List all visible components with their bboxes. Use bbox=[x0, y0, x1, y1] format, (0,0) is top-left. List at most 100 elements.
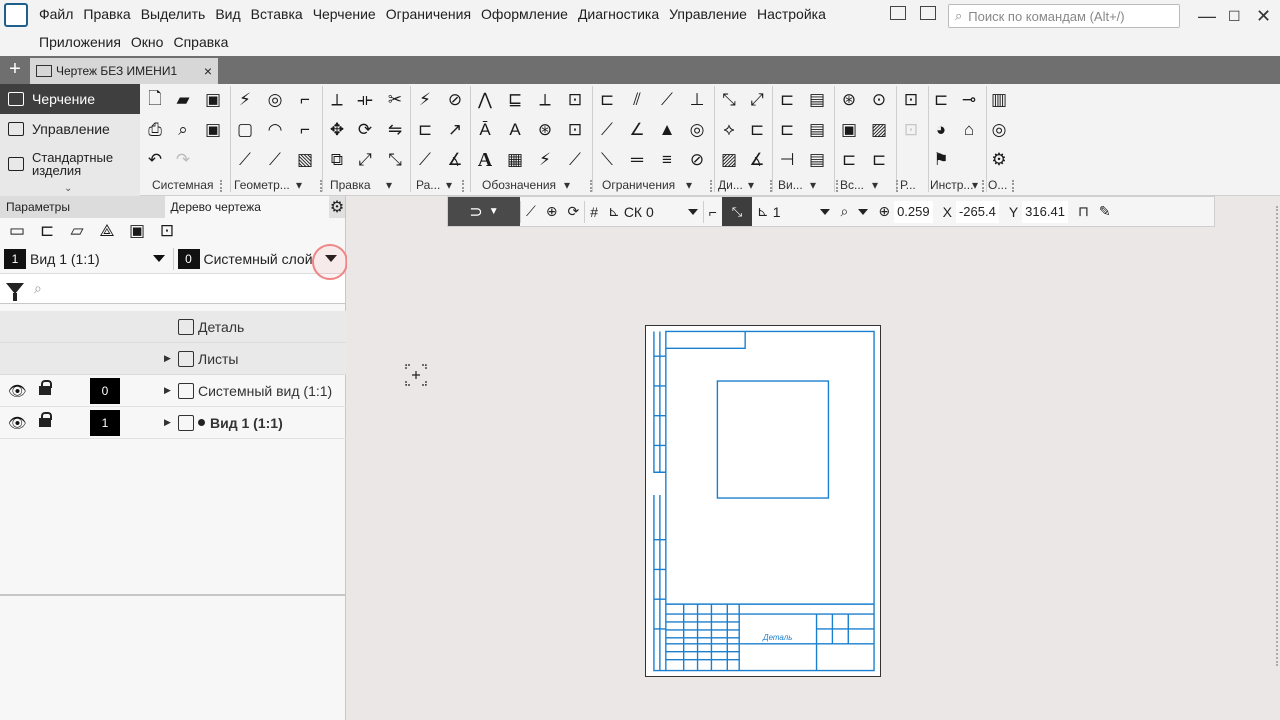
ribbon-grip[interactable] bbox=[1012, 180, 1014, 192]
tree-root-row[interactable]: Деталь bbox=[0, 311, 346, 343]
insert-image-icon[interactable]: ▣ bbox=[838, 119, 860, 141]
lock-icon[interactable] bbox=[38, 379, 52, 397]
tool-fill-icon[interactable]: ◕ bbox=[930, 119, 952, 141]
ribbon-grip[interactable] bbox=[896, 180, 898, 192]
command-search-input[interactable]: ⌕ Поиск по командам (Alt+/) bbox=[948, 4, 1180, 28]
arc-dimension-icon[interactable]: ↗ bbox=[444, 119, 466, 141]
window-layout-icon[interactable] bbox=[890, 6, 906, 20]
y-coordinate-field[interactable]: Y 316.41 bbox=[1004, 197, 1073, 226]
tree-row-system-view[interactable]: 👁 0 ▶ Системный вид (1:1) bbox=[0, 375, 346, 407]
group-label-geometry-arrow[interactable]: ▾ bbox=[296, 178, 302, 192]
fix-constraint-icon[interactable]: ▲ bbox=[656, 119, 678, 141]
distance-icon[interactable]: ⤢ bbox=[746, 89, 768, 111]
arc-icon[interactable]: ◠ bbox=[264, 119, 286, 141]
copy-icon[interactable]: ⧉ bbox=[326, 149, 348, 171]
weld-icon[interactable]: ⟋ bbox=[564, 149, 586, 171]
collapse-modes-icon[interactable]: ⌄ bbox=[64, 183, 72, 194]
step-dropdown-icon[interactable] bbox=[820, 208, 831, 215]
round-mode-button[interactable]: ⤡ bbox=[721, 197, 752, 226]
tree-node-system-view[interactable]: ▶ Системный вид (1:1) bbox=[164, 382, 332, 399]
report-disabled-icon[interactable]: ⊡ bbox=[900, 119, 922, 141]
tool-dash-icon[interactable]: ⊸ bbox=[958, 89, 980, 111]
cs-dropdown-icon[interactable] bbox=[687, 208, 698, 215]
ribbon-grip[interactable] bbox=[320, 180, 322, 192]
hatch-icon[interactable]: ▧ bbox=[294, 149, 316, 171]
group-label-diagnostics-arrow[interactable]: ▾ bbox=[748, 178, 754, 192]
step-select[interactable]: ⊾ 1 bbox=[752, 197, 836, 226]
panel-divider[interactable] bbox=[0, 594, 346, 596]
diagnostics-icon[interactable]: ⤡ bbox=[718, 89, 740, 111]
linear-dimension-icon[interactable]: ⊏ bbox=[414, 119, 436, 141]
group-label-constraints-arrow[interactable]: ▾ bbox=[686, 178, 692, 192]
tool-brush-icon[interactable]: ⚑ bbox=[930, 149, 952, 171]
auto-line-icon[interactable]: ⚡ bbox=[234, 89, 256, 111]
menu-applications[interactable]: Приложения bbox=[34, 34, 126, 50]
group-label-edit-arrow[interactable]: ▾ bbox=[386, 178, 392, 192]
gear-icon[interactable]: ⚙ bbox=[329, 196, 346, 218]
print-icon[interactable]: ⎙ bbox=[144, 119, 166, 141]
menu-diagnostics[interactable]: Диагностика bbox=[573, 6, 664, 22]
ribbon-grip[interactable] bbox=[982, 180, 984, 192]
diameter-dimension-icon[interactable]: ⊘ bbox=[444, 89, 466, 111]
detail-view-icon[interactable]: ▤ bbox=[806, 89, 828, 111]
new-view-icon[interactable]: ⊏ bbox=[776, 89, 798, 111]
snap-global-icon[interactable]: ⊕ bbox=[541, 197, 563, 226]
menu-select[interactable]: Выделить bbox=[136, 6, 211, 22]
insert-view-icon[interactable]: ⊙ bbox=[868, 89, 890, 111]
tree-node-sheets[interactable]: ▶ Листы bbox=[164, 350, 238, 367]
text-icon[interactable]: A bbox=[474, 149, 496, 171]
fillet-icon[interactable]: ⌐ bbox=[294, 89, 316, 111]
tree-node-part[interactable]: Деталь bbox=[178, 318, 244, 335]
menu-edit[interactable]: Правка bbox=[78, 6, 135, 22]
symmetry-constraint-icon[interactable]: ⊥ bbox=[686, 89, 708, 111]
group-label-designations-arrow[interactable]: ▾ bbox=[564, 178, 570, 192]
radial-dimension-icon[interactable]: ⟋ bbox=[414, 149, 436, 171]
vertical-constraint-icon[interactable]: ⟋ bbox=[596, 119, 618, 141]
ribbon-grip[interactable] bbox=[462, 180, 464, 192]
circle-icon[interactable]: ◎ bbox=[264, 89, 286, 111]
roughness-icon[interactable]: Ā bbox=[474, 119, 496, 141]
group-label-other[interactable]: О... bbox=[988, 178, 1007, 192]
cut-line-icon[interactable]: ⟂ bbox=[534, 89, 556, 111]
tree-search-icon[interactable]: ⌕ bbox=[34, 280, 42, 297]
projection-view-icon[interactable]: ⊏ bbox=[776, 119, 798, 141]
base-icon[interactable]: ⊑ bbox=[504, 89, 526, 111]
y-value[interactable]: 316.41 bbox=[1022, 200, 1068, 223]
new-document-icon[interactable]: 🗋 bbox=[144, 89, 166, 111]
menu-view[interactable]: Вид bbox=[210, 6, 245, 22]
mode-drafting[interactable]: Черчение bbox=[0, 84, 140, 114]
group-label-reports[interactable]: Р... bbox=[900, 178, 916, 192]
measure-icon[interactable]: ▨ bbox=[718, 149, 740, 171]
mode-standard-parts[interactable]: Стандартные изделия bbox=[0, 144, 140, 184]
close-icon[interactable]: ✕ bbox=[1256, 6, 1271, 27]
tree-shapes-icon[interactable]: ⟁ bbox=[96, 220, 118, 242]
group-label-insert-arrow[interactable]: ▾ bbox=[872, 178, 878, 192]
zoom-select[interactable]: ⌕ bbox=[835, 197, 873, 226]
window-tile-icon[interactable] bbox=[920, 6, 936, 20]
axis-icon[interactable]: ⊡ bbox=[564, 119, 586, 141]
menu-settings[interactable]: Настройка bbox=[752, 6, 831, 22]
tool-layout-icon[interactable]: ⊏ bbox=[930, 89, 952, 111]
save-icon[interactable]: ▣ bbox=[202, 89, 224, 111]
visibility-eye-icon[interactable]: 👁 bbox=[8, 414, 27, 432]
scale-icon[interactable]: ⤢ bbox=[354, 149, 376, 171]
tree-layer-icon[interactable]: ▱ bbox=[66, 220, 88, 242]
minimize-icon[interactable]: — bbox=[1198, 6, 1216, 27]
expand-icon[interactable]: ▶ bbox=[164, 353, 174, 364]
undo-icon[interactable]: ↶ bbox=[144, 149, 166, 171]
ortho-icon[interactable]: ⌐ bbox=[704, 197, 722, 226]
group-label-tools[interactable]: Инстр... bbox=[930, 178, 973, 192]
menu-management[interactable]: Управление bbox=[664, 6, 752, 22]
rectangle-icon[interactable]: ▢ bbox=[234, 119, 256, 141]
cs-select[interactable]: ⊾ СК 0 bbox=[603, 197, 703, 226]
tab-drawing-tree[interactable]: Дерево чертежа bbox=[164, 196, 330, 218]
chamfer-icon[interactable]: ⌐ bbox=[294, 119, 316, 141]
rotate-icon[interactable]: ⟳ bbox=[354, 119, 376, 141]
tool-shape-icon[interactable]: ⌂ bbox=[958, 119, 980, 141]
lock-icon[interactable] bbox=[38, 411, 52, 429]
ruler-icon[interactable]: ⊓ bbox=[1073, 197, 1094, 226]
angle-measure-icon[interactable]: ∡ bbox=[746, 149, 768, 171]
grid-icon[interactable]: # bbox=[585, 197, 603, 226]
angle-dimension-icon[interactable]: ∡ bbox=[444, 149, 466, 171]
menu-help[interactable]: Справка bbox=[168, 34, 233, 50]
